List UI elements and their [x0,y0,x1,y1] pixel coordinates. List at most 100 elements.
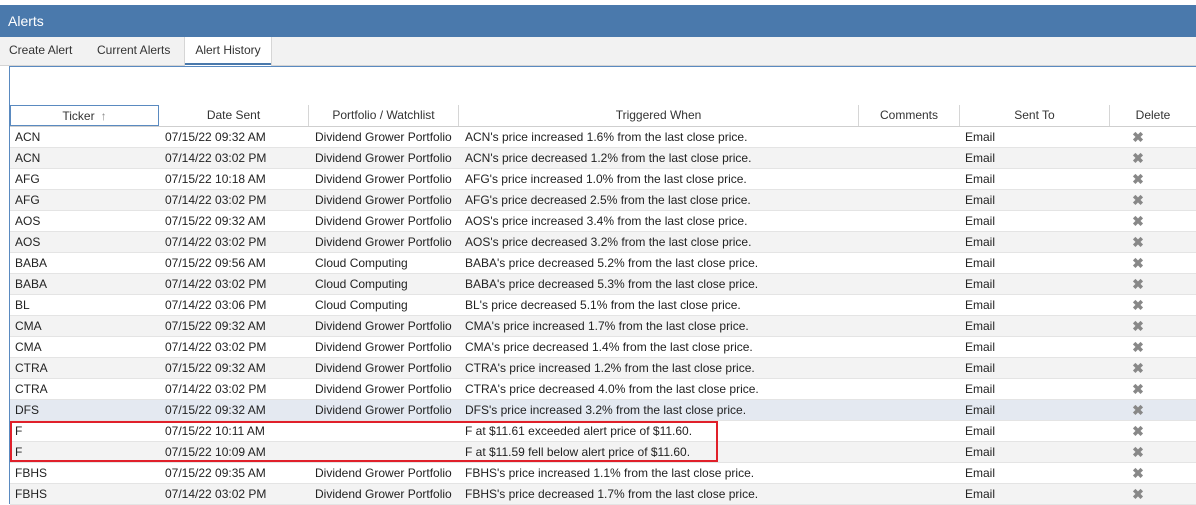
sent-to-cell: Email [965,151,996,165]
sent-to-cell: Email [965,214,996,228]
table-row[interactable]: CTRA 07/15/22 09:32 AM Dividend Grower Por… [10,358,1196,379]
table-row[interactable]: ACN 07/14/22 03:02 PM Dividend Grower Port… [10,148,1196,169]
triggered-when-cell: FBHS's price increased 1.1% from the las… [465,466,755,480]
date-sent-cell: 07/15/22 09:56 AM [165,256,266,270]
close-icon[interactable]: ✖ [1131,190,1145,210]
ticker-cell: CTRA [15,361,48,375]
table-row[interactable]: AFG 07/15/22 10:18 AM Dividend Grower Port… [10,169,1196,190]
tab-create-alert[interactable]: Create Alert [9,37,72,65]
sent-to-cell: Email [965,277,996,291]
date-sent-cell: 07/14/22 03:02 PM [165,235,267,249]
triggered-when-cell: CMA's price increased 1.7% from the last… [465,319,749,333]
column-header-date-sent[interactable]: Date Sent [159,105,309,126]
sent-to-cell: Email [965,130,996,144]
portfolio-cell: Cloud Computing [315,256,408,270]
table-row[interactable]: FBHS 07/14/22 03:02 PM Dividend Grower Por… [10,484,1196,505]
triggered-when-cell: F at $11.59 fell below alert price of $1… [465,445,691,459]
close-icon[interactable]: ✖ [1131,274,1145,294]
column-header-ticker[interactable]: Ticker ↑ [10,105,159,126]
close-icon[interactable]: ✖ [1131,358,1145,378]
window-title: Alerts [8,13,44,29]
table-row[interactable]: CMA 07/14/22 03:02 PM Dividend Grower Port… [10,337,1196,358]
table-row[interactable]: CTRA 07/14/22 03:02 PM Dividend Grower Por… [10,379,1196,400]
triggered-when-cell: CTRA's price increased 1.2% from the las… [465,361,755,375]
table-row[interactable]: F 07/15/22 10:11 AM F at $11.61 exceeded a… [10,421,1196,442]
column-header-comments[interactable]: Comments [859,105,960,126]
ticker-cell: AOS [15,235,41,249]
portfolio-cell: Dividend Grower Portfolio [315,193,452,207]
ticker-cell: BABA [15,256,48,270]
sent-to-cell: Email [965,235,996,249]
ticker-cell: DFS [15,403,39,417]
close-icon[interactable]: ✖ [1131,316,1145,336]
table-row[interactable]: FBHS 07/15/22 09:35 AM Dividend Grower Por… [10,463,1196,484]
column-header-portfolio[interactable]: Portfolio / Watchlist [309,105,459,126]
tab-alert-history-label: Alert History [195,43,261,57]
table-row[interactable]: ACN 07/15/22 09:32 AM Dividend Grower Port… [10,127,1196,148]
portfolio-cell: Cloud Computing [315,277,408,291]
close-icon[interactable]: ✖ [1131,421,1145,441]
triggered-when-cell: DFS's price increased 3.2% from the last… [465,403,747,417]
close-icon[interactable]: ✖ [1131,148,1145,168]
date-sent-cell: 07/14/22 03:06 PM [165,298,267,312]
sort-ascending-icon: ↑ [100,109,107,123]
portfolio-cell: Dividend Grower Portfolio [315,487,452,501]
table-row[interactable]: BABA 07/14/22 03:02 PM Cloud Computing BABA… [10,274,1196,295]
portfolio-cell: Dividend Grower Portfolio [315,403,452,417]
close-icon[interactable]: ✖ [1131,463,1145,483]
table-row[interactable]: BABA 07/15/22 09:56 AM Cloud Computing BABA… [10,253,1196,274]
close-icon[interactable]: ✖ [1131,232,1145,252]
column-header-delete: Delete [1135,108,1171,122]
alert-history-rows: ACN 07/15/22 09:32 AM Dividend Grower Port… [10,127,1196,505]
triggered-when-cell: AFG's price increased 1.0% from the last… [465,172,747,186]
close-icon[interactable]: ✖ [1131,442,1145,462]
portfolio-cell: Dividend Grower Portfolio [315,382,452,396]
portfolio-cell: Dividend Grower Portfolio [315,214,452,228]
close-icon[interactable]: ✖ [1131,127,1145,147]
date-sent-cell: 07/15/22 10:11 AM [165,424,265,438]
table-row[interactable]: CMA 07/15/22 09:32 AM Dividend Grower Port… [10,316,1196,337]
triggered-when-cell: FBHS's price decreased 1.7% from the las… [465,487,759,501]
table-row[interactable]: AOS 07/15/22 09:32 AM Dividend Grower Port… [10,211,1196,232]
date-sent-cell: 07/15/22 09:32 AM [165,130,266,144]
ticker-cell: ACN [15,151,41,165]
column-header-ticker-label: Ticker [62,109,95,123]
sent-to-cell: Email [965,487,996,501]
table-row[interactable]: AFG 07/14/22 03:02 PM Dividend Grower Port… [10,190,1196,211]
ticker-cell: CMA [15,319,42,333]
close-icon[interactable]: ✖ [1131,379,1145,399]
table-row[interactable]: BL 07/14/22 03:06 PM Cloud Computing BL's p… [10,295,1196,316]
table-row[interactable]: DFS 07/15/22 09:32 AM Dividend Grower Port… [10,400,1196,421]
date-sent-cell: 07/14/22 03:02 PM [165,151,267,165]
close-icon[interactable]: ✖ [1131,337,1145,357]
table-row[interactable]: AOS 07/14/22 03:02 PM Dividend Grower Port… [10,232,1196,253]
close-icon[interactable]: ✖ [1131,211,1145,231]
ticker-cell: CTRA [15,382,48,396]
sent-to-cell: Email [965,382,996,396]
close-icon[interactable]: ✖ [1131,400,1145,420]
portfolio-cell: Dividend Grower Portfolio [315,151,452,165]
close-icon[interactable]: ✖ [1131,484,1145,504]
date-sent-cell: 07/15/22 09:32 AM [165,319,266,333]
sent-to-cell: Email [965,424,996,438]
date-sent-cell: 07/15/22 09:32 AM [165,403,266,417]
date-sent-cell: 07/14/22 03:02 PM [165,382,267,396]
triggered-when-cell: ACN's price increased 1.6% from the last… [465,130,748,144]
close-icon[interactable]: ✖ [1131,253,1145,273]
date-sent-cell: 07/15/22 10:18 AM [165,172,266,186]
triggered-when-cell: BABA's price decreased 5.2% from the las… [465,256,759,270]
sent-to-cell: Email [965,298,996,312]
close-icon[interactable]: ✖ [1131,169,1145,189]
column-header-sent-to[interactable]: Sent To [960,105,1110,126]
triggered-when-cell: BL's price decreased 5.1% from the last … [465,298,741,312]
portfolio-cell: Dividend Grower Portfolio [315,172,452,186]
date-sent-cell: 07/15/22 09:32 AM [165,361,266,375]
date-sent-cell: 07/15/22 10:09 AM [165,445,266,459]
tab-current-alerts[interactable]: Current Alerts [97,37,170,65]
close-icon[interactable]: ✖ [1131,295,1145,315]
table-row[interactable]: F 07/15/22 10:09 AM F at $11.59 fell below… [10,442,1196,463]
column-header-triggered-when[interactable]: Triggered When [459,105,859,126]
ticker-cell: BABA [15,277,48,291]
ticker-cell: FBHS [15,487,48,501]
tab-alert-history[interactable]: Alert History [184,37,272,66]
